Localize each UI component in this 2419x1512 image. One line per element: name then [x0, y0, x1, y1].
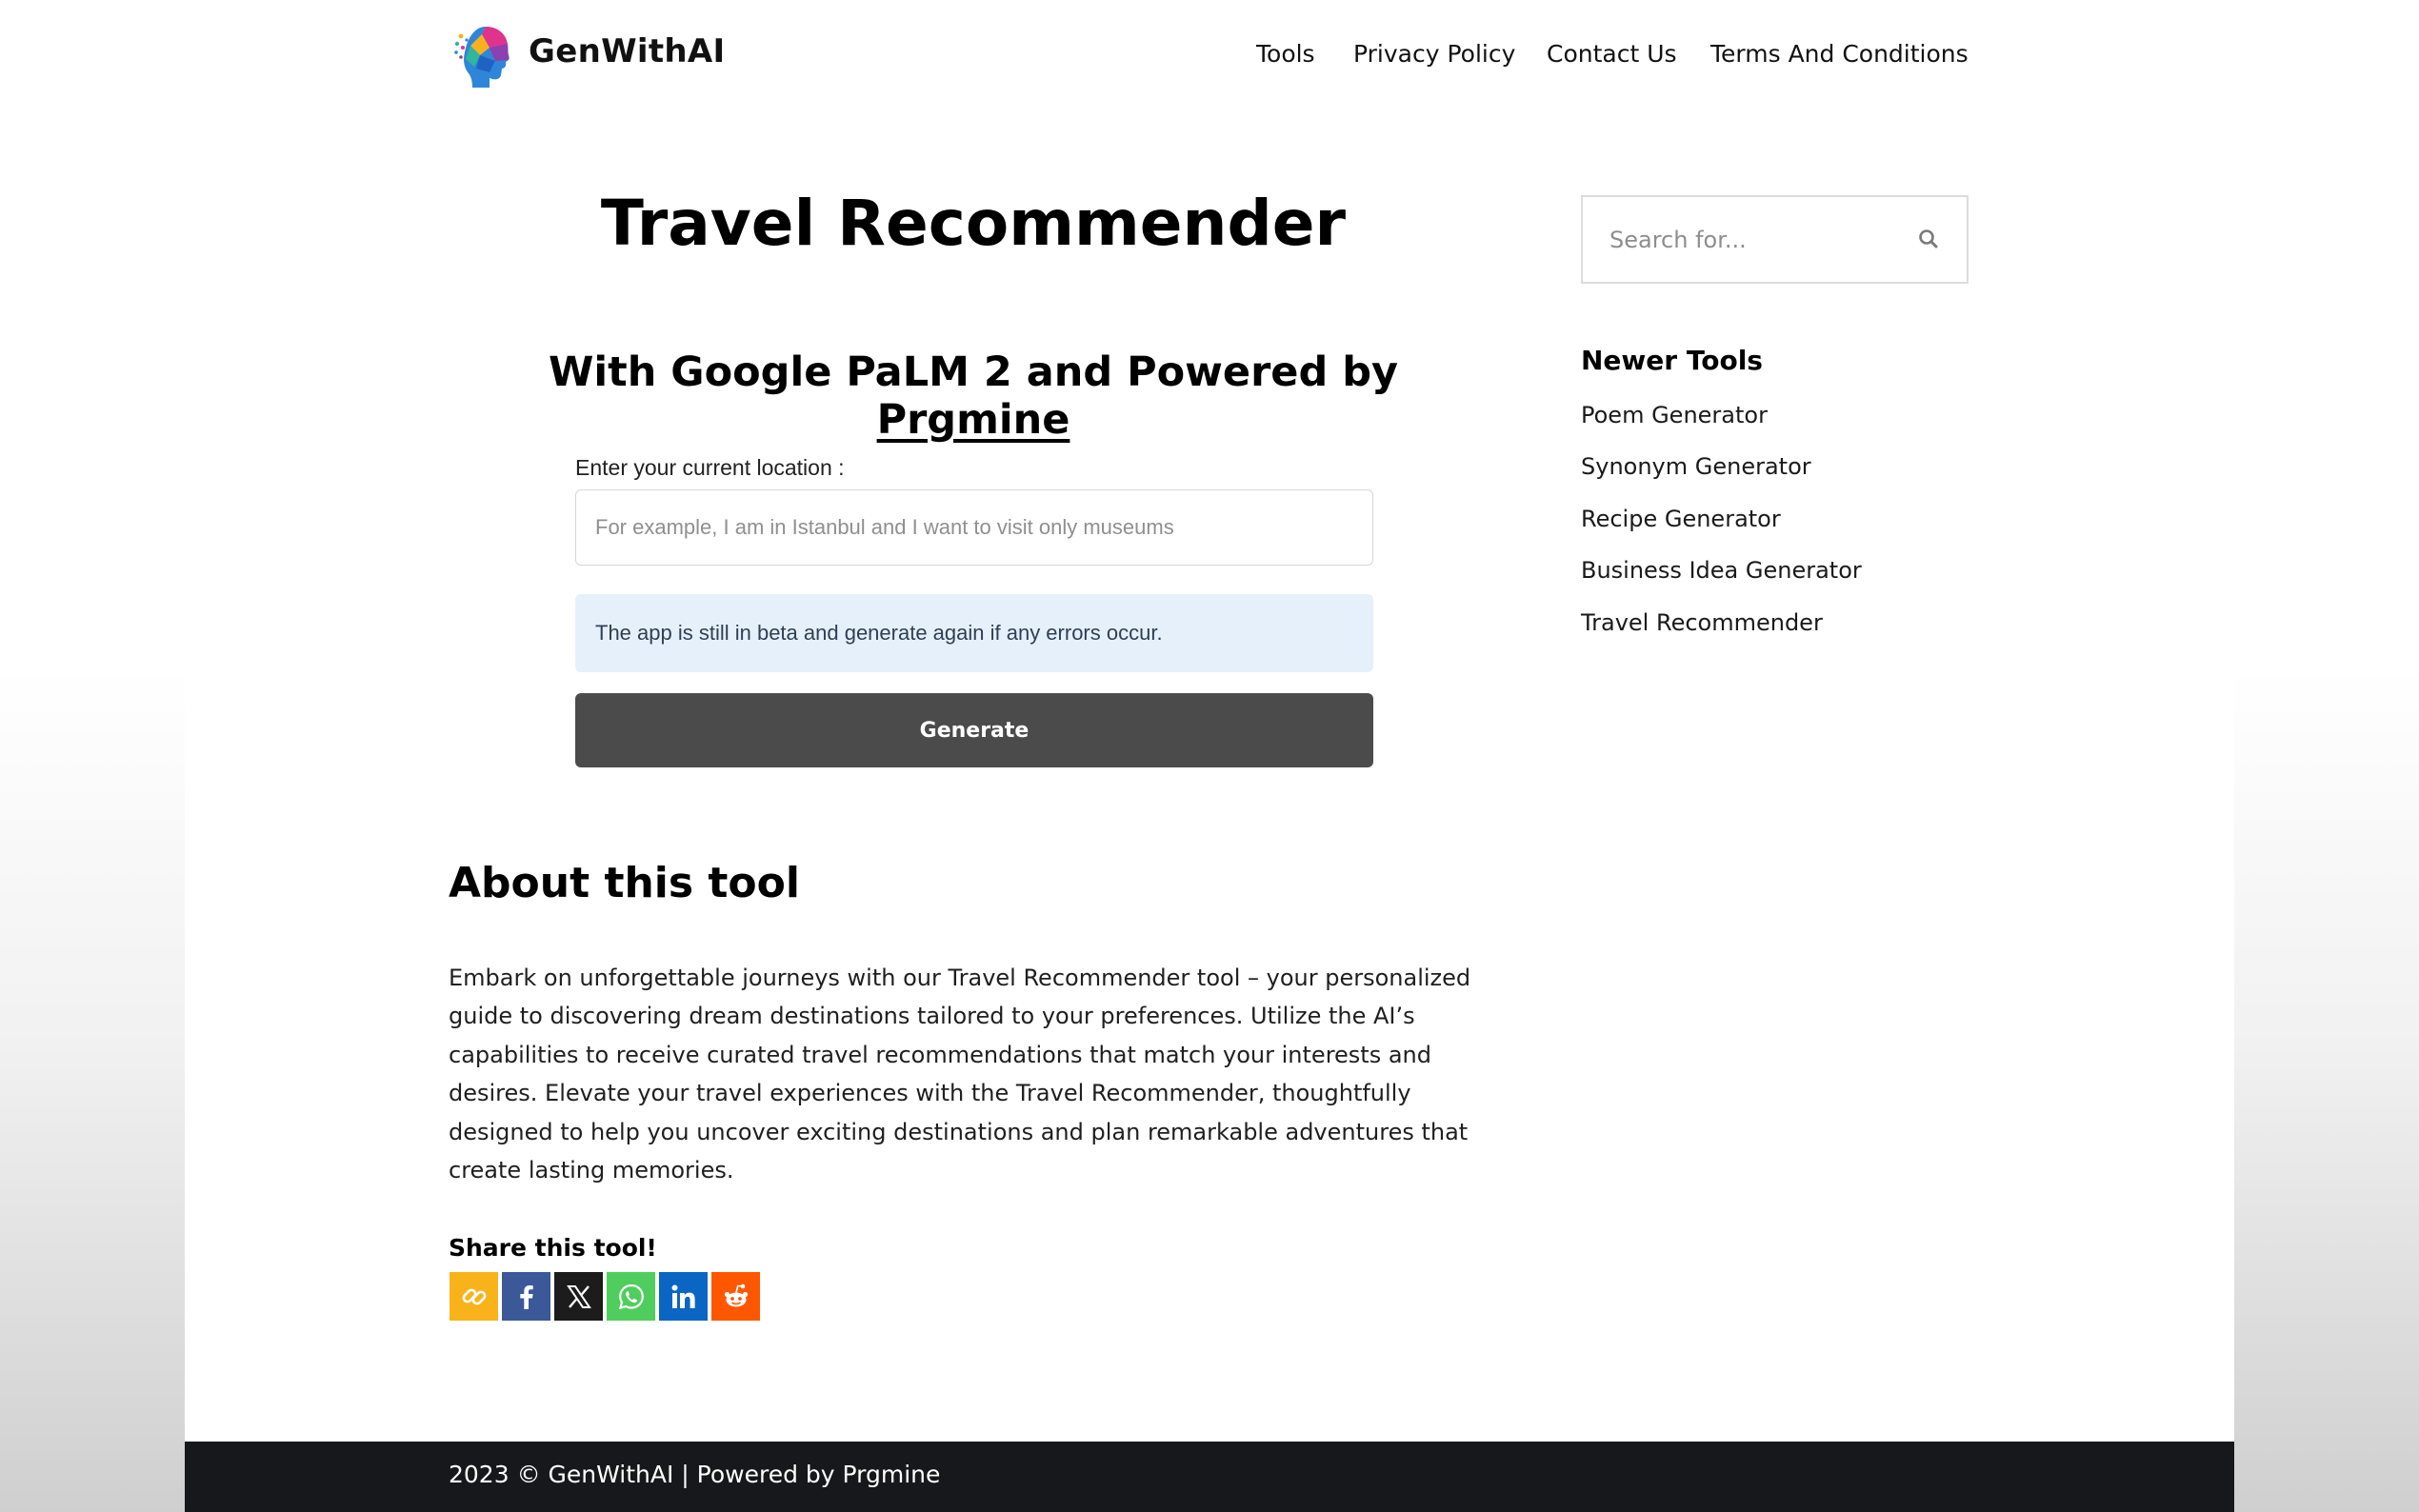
generate-button[interactable]: Generate: [575, 693, 1373, 767]
share-linkedin-button[interactable]: [659, 1272, 708, 1321]
search-input[interactable]: [1583, 197, 1897, 282]
whatsapp-icon: [618, 1283, 644, 1309]
sidebar-item-synonym-generator[interactable]: Synonym Generator: [1581, 453, 1862, 505]
nav-privacy-policy[interactable]: Privacy Policy: [1353, 40, 1515, 68]
beta-notice: The app is still in beta and generate ag…: [575, 594, 1373, 672]
site-footer: 2023 © GenWithAI | Powered by Prgmine: [185, 1442, 2234, 1512]
copy-link-button[interactable]: [450, 1272, 498, 1321]
subtitle-text: With Google PaLM 2 and Powered by: [548, 348, 1399, 396]
share-heading: Share this tool!: [449, 1234, 657, 1262]
nav-terms-and-conditions[interactable]: Terms And Conditions: [1710, 40, 1969, 68]
page-title: Travel Recommender: [600, 187, 1347, 260]
share-buttons: [450, 1272, 760, 1321]
share-whatsapp-button[interactable]: [607, 1272, 655, 1321]
footer-copyright: 2023 © GenWithAI | Powered by Prgmine: [449, 1461, 941, 1488]
x-icon: [566, 1284, 591, 1308]
share-reddit-button[interactable]: [711, 1272, 760, 1321]
nav-contact-us[interactable]: Contact Us: [1547, 40, 1677, 68]
sidebar-item-recipe-generator[interactable]: Recipe Generator: [1581, 506, 1862, 557]
genwithai-logo[interactable]: [453, 23, 512, 91]
location-label: Enter your current location :: [575, 455, 845, 480]
facebook-icon: [519, 1284, 533, 1309]
search-icon[interactable]: [1917, 228, 1940, 250]
about-description: Embark on unforgettable journeys with ou…: [449, 965, 1471, 1184]
reddit-icon: [724, 1283, 748, 1306]
newer-tools-list: Poem Generator Synonym Generator Recipe …: [1581, 402, 1862, 661]
sidebar-item-travel-recommender[interactable]: Travel Recommender: [1581, 609, 1862, 661]
linkedin-icon: [671, 1284, 695, 1308]
page-subtitle: With Google PaLM 2 and Powered by Prgmin…: [448, 348, 1499, 444]
share-facebook-button[interactable]: [502, 1272, 550, 1321]
share-x-button[interactable]: [554, 1272, 603, 1321]
prgmine-link[interactable]: Prgmine: [877, 396, 1070, 444]
sidebar-search: [1581, 195, 1969, 284]
sidebar-item-business-idea-generator[interactable]: Business Idea Generator: [1581, 557, 1862, 608]
sidebar-item-poem-generator[interactable]: Poem Generator: [1581, 402, 1862, 453]
location-input[interactable]: [575, 489, 1373, 566]
about-heading: About this tool: [449, 859, 800, 907]
nav-tools[interactable]: Tools: [1256, 40, 1315, 68]
brand-name[interactable]: GenWithAI: [529, 32, 725, 70]
link-icon: [462, 1288, 486, 1304]
newer-tools-heading: Newer Tools: [1581, 345, 1763, 376]
